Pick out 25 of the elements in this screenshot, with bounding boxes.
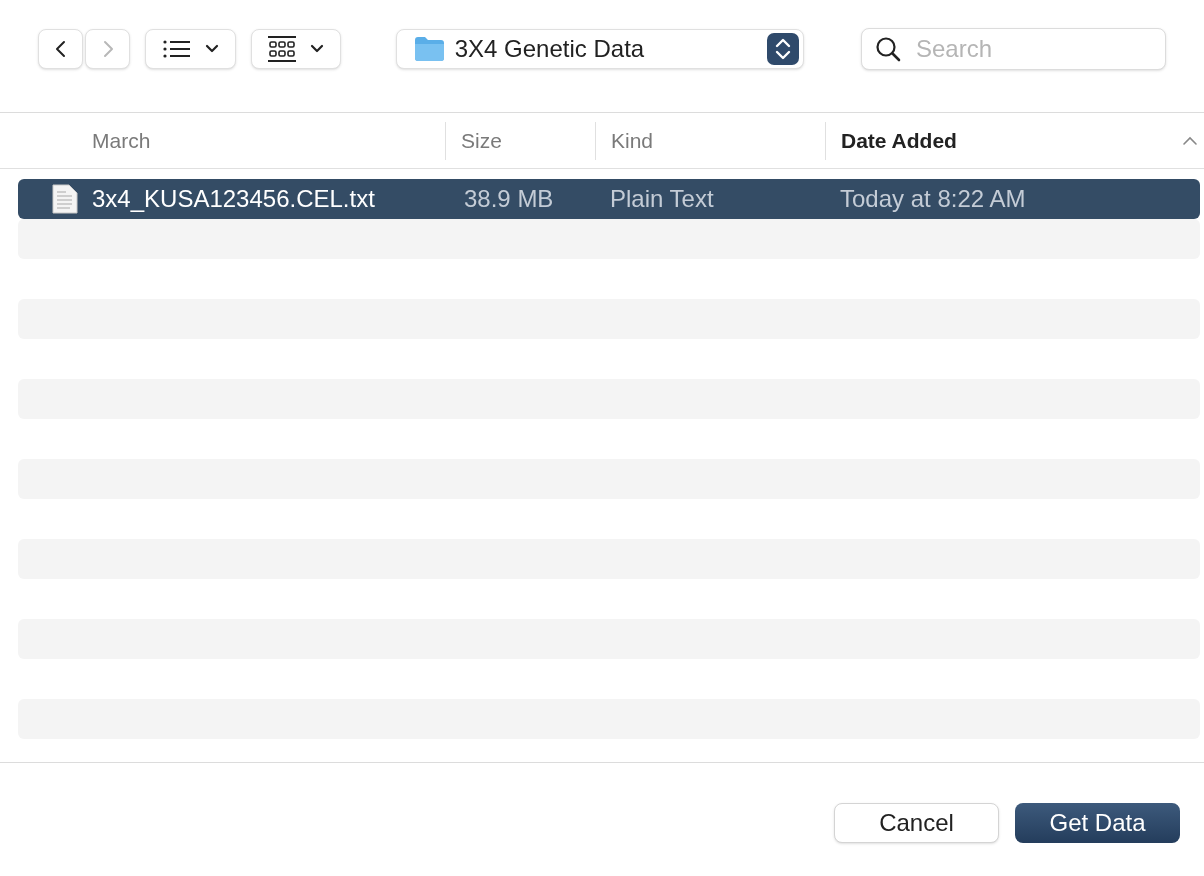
text-document-icon [52, 184, 78, 214]
column-header[interactable]: March [92, 124, 151, 157]
grid-icon [268, 36, 297, 62]
back-button[interactable] [38, 29, 84, 69]
stepper-arrows-icon [767, 33, 799, 65]
search-field[interactable]: Search [861, 28, 1166, 70]
sort-ascending-icon [1182, 135, 1198, 146]
caret-icon [204, 44, 219, 54]
list-icon [162, 39, 191, 59]
list-view-button[interactable] [145, 29, 237, 69]
search-icon [875, 36, 901, 62]
cancel-button[interactable]: Cancel [834, 803, 999, 843]
grid-view-button[interactable] [251, 29, 341, 69]
file-row[interactable]: 3x4_KUSA123456.CEL.txt 38.9 MB Plain Text Today at 8:22 AM [18, 179, 1200, 219]
default-button[interactable]: Get Data [1015, 803, 1180, 843]
column-header[interactable]: Size [461, 124, 502, 157]
column-header[interactable]: Date Added [841, 124, 957, 157]
file-name: 3x4_KUSA123456.CEL.txt [92, 184, 375, 214]
column-header[interactable]: Kind [611, 124, 654, 157]
file-size: 38.9 MB [463, 184, 555, 214]
folder-icon [413, 36, 445, 62]
caret-icon [310, 44, 325, 54]
file-date-added: Today at 8:22 AM [839, 184, 1027, 214]
location-popup[interactable]: 3X4 Genetic Data [395, 29, 804, 69]
file-kind: Plain Text [609, 184, 715, 214]
